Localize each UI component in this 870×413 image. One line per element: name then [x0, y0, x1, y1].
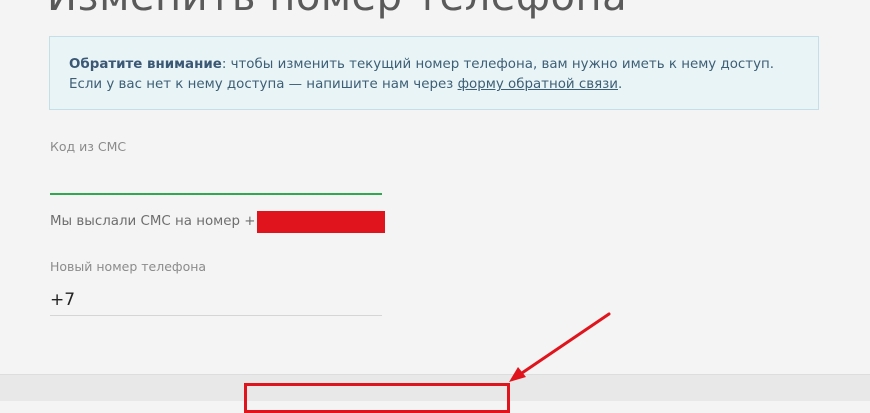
- new-phone-label: Новый номер телефона: [50, 259, 207, 274]
- page-title: Изменить номер телефона: [47, 0, 627, 21]
- sms-code-label: Код из СМС: [50, 139, 127, 154]
- notice-bold-label: Обратите внимание: [69, 57, 222, 72]
- sms-code-input[interactable]: [50, 164, 382, 195]
- highlight-box: [244, 383, 510, 413]
- sms-sent-message: Мы выслали СМС на номер +: [50, 214, 256, 229]
- info-notice: Обратите внимание: чтобы изменить текущи…: [49, 36, 819, 110]
- notice-line2-text: Если у вас нет к нему доступа — напишите…: [69, 77, 458, 92]
- notice-line2-suffix: .: [618, 77, 623, 92]
- redacted-phone-mark: [257, 211, 385, 233]
- feedback-form-link[interactable]: форму обратной связи: [458, 77, 618, 92]
- notice-line1-text: : чтобы изменить текущий номер телефона,…: [221, 57, 775, 72]
- arrow-shaft: [517, 312, 611, 377]
- new-phone-input[interactable]: [50, 284, 382, 316]
